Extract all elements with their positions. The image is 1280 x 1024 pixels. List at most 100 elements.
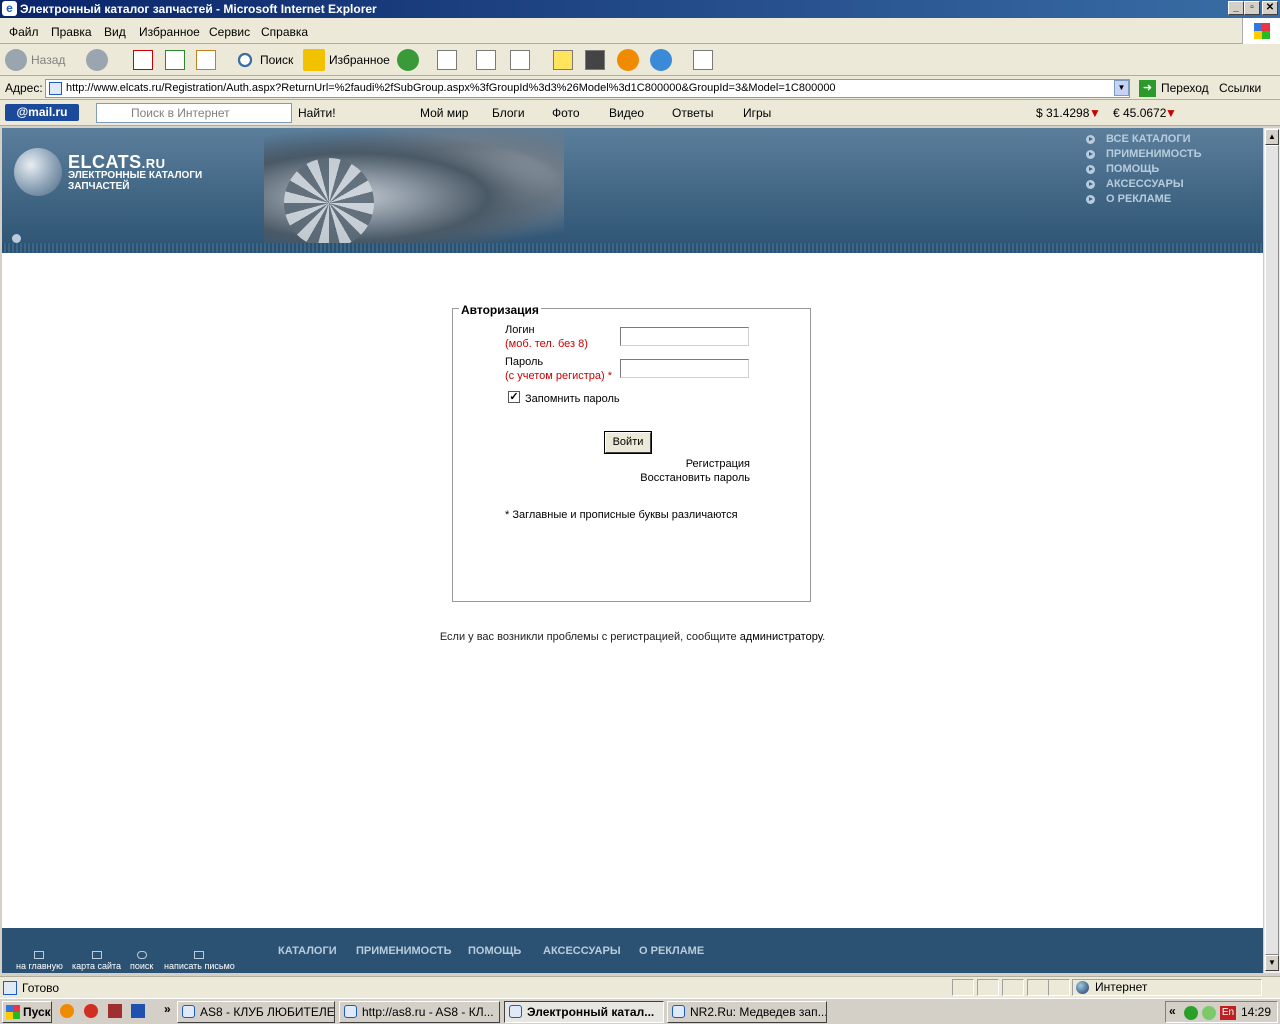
video-link[interactable]: Видео [591,106,644,120]
home-button[interactable] [196,48,219,72]
mailru-toolbar: @mail.ru Поиск в Интернет Найти! Мой мир… [0,100,1280,126]
topnav-accessories[interactable]: Аксессуары [1082,177,1202,192]
history-button[interactable] [397,48,423,72]
page-viewport: ELCATS.RU Электронные каталоги запчастей… [2,128,1263,973]
login-input[interactable] [620,327,749,346]
taskbar-item-elcats[interactable]: Электронный катал... [504,1001,664,1023]
close-button[interactable]: ✕ [1262,1,1278,15]
header-bullet-icon[interactable] [12,234,21,243]
back-button[interactable]: Назад [5,48,65,72]
admin-link[interactable]: администратору [740,631,822,643]
password-label: Пароль [505,356,544,368]
remember-label[interactable]: Запомнить пароль [525,393,620,405]
minimize-button[interactable]: _ [1228,1,1244,15]
games-link[interactable]: Игры [725,106,771,120]
taskbar-item-nr2[interactable]: NR2.Ru: Медведев зап... [667,1001,827,1023]
photo-link[interactable]: Фото [534,106,580,120]
footer-nav-help[interactable]: Помощь [468,945,521,957]
refresh-icon [165,50,185,70]
vertical-scrollbar[interactable]: ▲ ▼ [1263,128,1280,973]
quicklaunch-browser-icon[interactable] [84,1004,98,1018]
register-link[interactable]: Регистрация [686,458,750,470]
status-text: Готово [22,981,60,995]
maximize-button[interactable]: ▫ [1244,1,1260,15]
login-button[interactable]: Войти [604,431,652,454]
menu-favorites[interactable]: Избранное [139,25,200,39]
kaspersky-button[interactable] [585,48,608,72]
menu-view[interactable]: Вид [104,25,126,39]
home-icon [196,50,216,70]
topnav-applicability[interactable]: Применимость [1082,147,1202,162]
edit-button[interactable] [510,48,533,72]
blogs-link[interactable]: Блоги [474,106,525,120]
header-stripe [2,243,1263,253]
go-button[interactable]: Переход [1161,81,1209,95]
start-button[interactable]: Пуск [2,1001,52,1023]
research-button[interactable] [693,48,716,72]
quicklaunch-mailru-icon[interactable] [60,1004,74,1018]
quicklaunch-more-icon[interactable]: » [164,1002,171,1016]
favorites-button[interactable]: Избранное [303,48,390,72]
windows-logo-icon [1242,18,1280,44]
ie-icon [672,1005,685,1018]
site-footer: на главную карта сайта поиск написать пи… [2,928,1263,973]
footer-sitemap-link[interactable]: карта сайта [72,951,121,971]
topnav-help[interactable]: Помощь [1082,162,1202,177]
topnav-advertising[interactable]: О рекламе [1082,192,1202,207]
topnav-all-catalogs[interactable]: Все каталоги [1082,132,1202,147]
refresh-button[interactable] [165,48,188,72]
auth-fieldset: Авторизация Логин (моб. тел. без 8) Паро… [452,303,811,602]
scroll-up-arrow-icon[interactable]: ▲ [1265,129,1279,145]
bullet-icon [1086,135,1095,144]
quicklaunch-save-icon[interactable] [131,1004,145,1018]
language-indicator[interactable]: En [1220,1006,1236,1020]
footer-search-link[interactable]: поиск [130,951,153,971]
menu-bar: Файл Правка Вид Избранное Сервис Справка [0,18,1280,44]
menu-help[interactable]: Справка [261,25,308,39]
tray-expand-icon[interactable]: « [1169,1004,1176,1018]
history-icon [397,49,419,71]
site-header: ELCATS.RU Электронные каталоги запчастей… [2,128,1263,253]
address-url: http://www.elcats.ru/Registration/Auth.a… [66,82,836,94]
search-button[interactable]: Поиск [234,48,293,72]
scroll-thumb[interactable] [1265,145,1279,955]
mailru-agent-button[interactable] [617,48,643,72]
icq-button[interactable] [650,48,676,72]
menu-file[interactable]: Файл [9,25,39,39]
answers-link[interactable]: Ответы [654,106,713,120]
menu-tools[interactable]: Сервис [209,25,250,39]
password-input[interactable] [620,359,749,378]
print-button[interactable] [476,48,499,72]
menu-edit[interactable]: Правка [51,25,92,39]
mail-button[interactable] [437,48,460,72]
mymir-link[interactable]: Мой мир [402,106,468,120]
footer-nav-accessories[interactable]: Аксессуары [543,945,621,957]
footer-nav-catalogs[interactable]: Каталоги [278,945,337,957]
forward-button[interactable] [86,48,112,72]
taskbar-item-as8-ru[interactable]: http://as8.ru - AS8 - КЛ... [339,1001,500,1023]
address-dropdown-button[interactable]: ▼ [1114,80,1129,96]
address-input[interactable]: http://www.elcats.ru/Registration/Auth.a… [45,79,1130,98]
footer-nav-advertising[interactable]: О рекламе [639,945,704,957]
restore-password-link[interactable]: Восстановить пароль [640,472,750,484]
quicklaunch-app-icon[interactable] [108,1004,122,1018]
taskbar-item-as8-club[interactable]: AS8 - КЛУБ ЛЮБИТЕЛЕ... [177,1001,335,1023]
internet-search-input[interactable]: Поиск в Интернет [96,103,292,123]
footer-nav-applicability[interactable]: Применимость [356,945,452,957]
tray-agent-icon[interactable] [1184,1006,1198,1020]
clock: 14:29 [1240,1005,1271,1019]
tray-shield-icon[interactable] [1202,1006,1216,1020]
find-button[interactable]: Найти! [298,106,336,120]
engine-fan-image [284,158,374,248]
scroll-down-arrow-icon[interactable]: ▼ [1265,955,1279,971]
footer-write-link[interactable]: написать письмо [164,951,235,971]
footer-home-link[interactable]: на главную [16,951,63,971]
registration-problem-text: Если у вас возникли проблемы с регистрац… [439,631,826,643]
notes-button[interactable] [553,48,576,72]
links-button[interactable]: Ссылки [1219,81,1261,95]
remember-checkbox[interactable]: ✓ [508,391,520,403]
window-title: Электронный каталог запчастей - Microsof… [20,2,377,16]
go-arrow-icon[interactable]: ➜ [1139,80,1156,97]
mailru-logo[interactable]: @mail.ru [5,104,79,121]
stop-button[interactable] [133,48,156,72]
